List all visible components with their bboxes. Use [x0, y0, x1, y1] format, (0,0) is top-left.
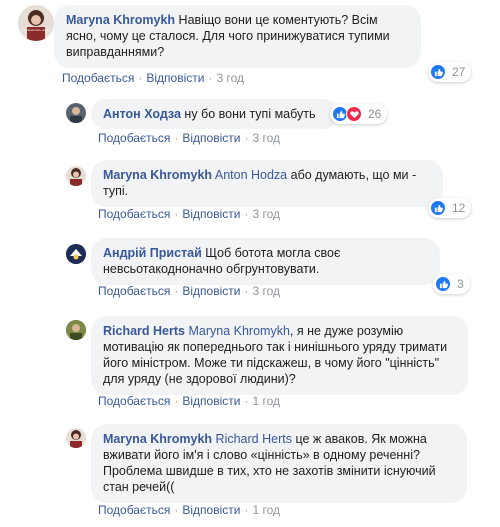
like-link[interactable]: Подобається — [98, 503, 170, 517]
comment-mention[interactable]: Anton Hodza — [215, 168, 287, 182]
reaction-count: 26 — [368, 107, 382, 121]
comment-author[interactable]: Maryna Khromykh — [103, 432, 212, 446]
separator: · — [244, 131, 249, 145]
reaction-count: 3 — [457, 277, 464, 291]
reaction-count: 12 — [452, 201, 466, 215]
avatar[interactable]: Хто захистить людей — [18, 5, 54, 41]
comment-time[interactable]: 1 год — [252, 394, 280, 408]
comment-author[interactable]: Maryna Khromykh — [103, 168, 212, 182]
avatar-caption: Хто захистить людей — [21, 28, 51, 32]
comment-time[interactable]: 3 год — [252, 284, 280, 298]
comment-mention[interactable]: Maryna Khromykh — [188, 324, 289, 338]
comment-time[interactable]: 3 год — [252, 131, 280, 145]
reply-link[interactable]: Відповісти — [182, 207, 240, 221]
reaction-summary[interactable]: 27 — [428, 62, 472, 82]
separator: · — [174, 207, 179, 221]
reply-link[interactable]: Відповісти — [182, 394, 240, 408]
comment-author[interactable]: Антон Ходза — [103, 107, 181, 121]
avatar[interactable] — [66, 244, 86, 264]
separator: · — [174, 503, 179, 517]
separator: · — [244, 394, 249, 408]
comment-bubble: Maryna Khromykh Навіщо вони це коментуют… — [54, 5, 421, 68]
comment-time[interactable]: 3 год — [252, 207, 280, 221]
like-link[interactable]: Подобається — [62, 71, 134, 85]
reaction-summary[interactable]: 3 — [433, 274, 470, 294]
comment-time[interactable]: 3 год — [216, 71, 244, 85]
separator: · — [208, 71, 213, 85]
comment-actions: Подобається · Відповісти · 3 год — [98, 284, 280, 298]
reaction-summary[interactable]: 26 — [330, 104, 388, 124]
separator: · — [244, 503, 249, 517]
comment-time[interactable]: 1 год — [252, 503, 280, 517]
reaction-summary[interactable]: 12 — [428, 198, 472, 218]
comment-mention[interactable]: Richard Herts — [216, 432, 292, 446]
reply-link[interactable]: Відповісти — [182, 131, 240, 145]
comment-bubble: Richard Herts Maryna Khromykh, я не дуже… — [91, 316, 468, 395]
reply-link[interactable]: Відповісти — [182, 503, 240, 517]
like-icon — [430, 200, 446, 216]
separator: · — [174, 394, 179, 408]
like-icon — [430, 64, 446, 80]
separator: · — [244, 284, 249, 298]
like-icon — [435, 276, 451, 292]
comment-bubble: Maryna Khromykh Richard Herts це ж авако… — [91, 424, 467, 503]
avatar[interactable] — [66, 103, 86, 123]
comment-author[interactable]: Андрій Пристай — [103, 246, 202, 260]
separator: · — [138, 71, 143, 85]
separator: · — [244, 207, 249, 221]
reaction-count: 27 — [452, 65, 466, 79]
reply-link[interactable]: Відповісти — [182, 284, 240, 298]
comment-bubble: Maryna Khromykh Anton Hodza або думають,… — [91, 160, 443, 207]
like-link[interactable]: Подобається — [98, 207, 170, 221]
comment-author[interactable]: Richard Herts — [103, 324, 185, 338]
comment-bubble: Андрій Пристай Щоб ботота могла своє нев… — [91, 238, 440, 285]
separator: · — [174, 131, 179, 145]
reply-link[interactable]: Відповісти — [146, 71, 204, 85]
separator: · — [174, 284, 179, 298]
comment-bubble: Антон Ходза ну бо вони тупі мабуть — [91, 99, 339, 129]
love-icon — [346, 106, 362, 122]
comment-author[interactable]: Maryna Khromykh — [66, 13, 175, 27]
like-link[interactable]: Подобається — [98, 394, 170, 408]
avatar[interactable] — [66, 428, 86, 448]
comment-actions: Подобається · Відповісти · 3 год — [98, 207, 280, 221]
comment-actions: Подобається · Відповісти · 3 год — [62, 71, 244, 85]
like-link[interactable]: Подобається — [98, 131, 170, 145]
avatar[interactable] — [66, 166, 86, 186]
comment-text: ну бо вони тупі мабуть — [184, 107, 316, 121]
comment-actions: Подобається · Відповісти · 1 год — [98, 503, 280, 517]
avatar[interactable] — [66, 320, 86, 340]
comment-actions: Подобається · Відповісти · 3 год — [98, 131, 280, 145]
like-link[interactable]: Подобається — [98, 284, 170, 298]
comment-actions: Подобається · Відповісти · 1 год — [98, 394, 280, 408]
